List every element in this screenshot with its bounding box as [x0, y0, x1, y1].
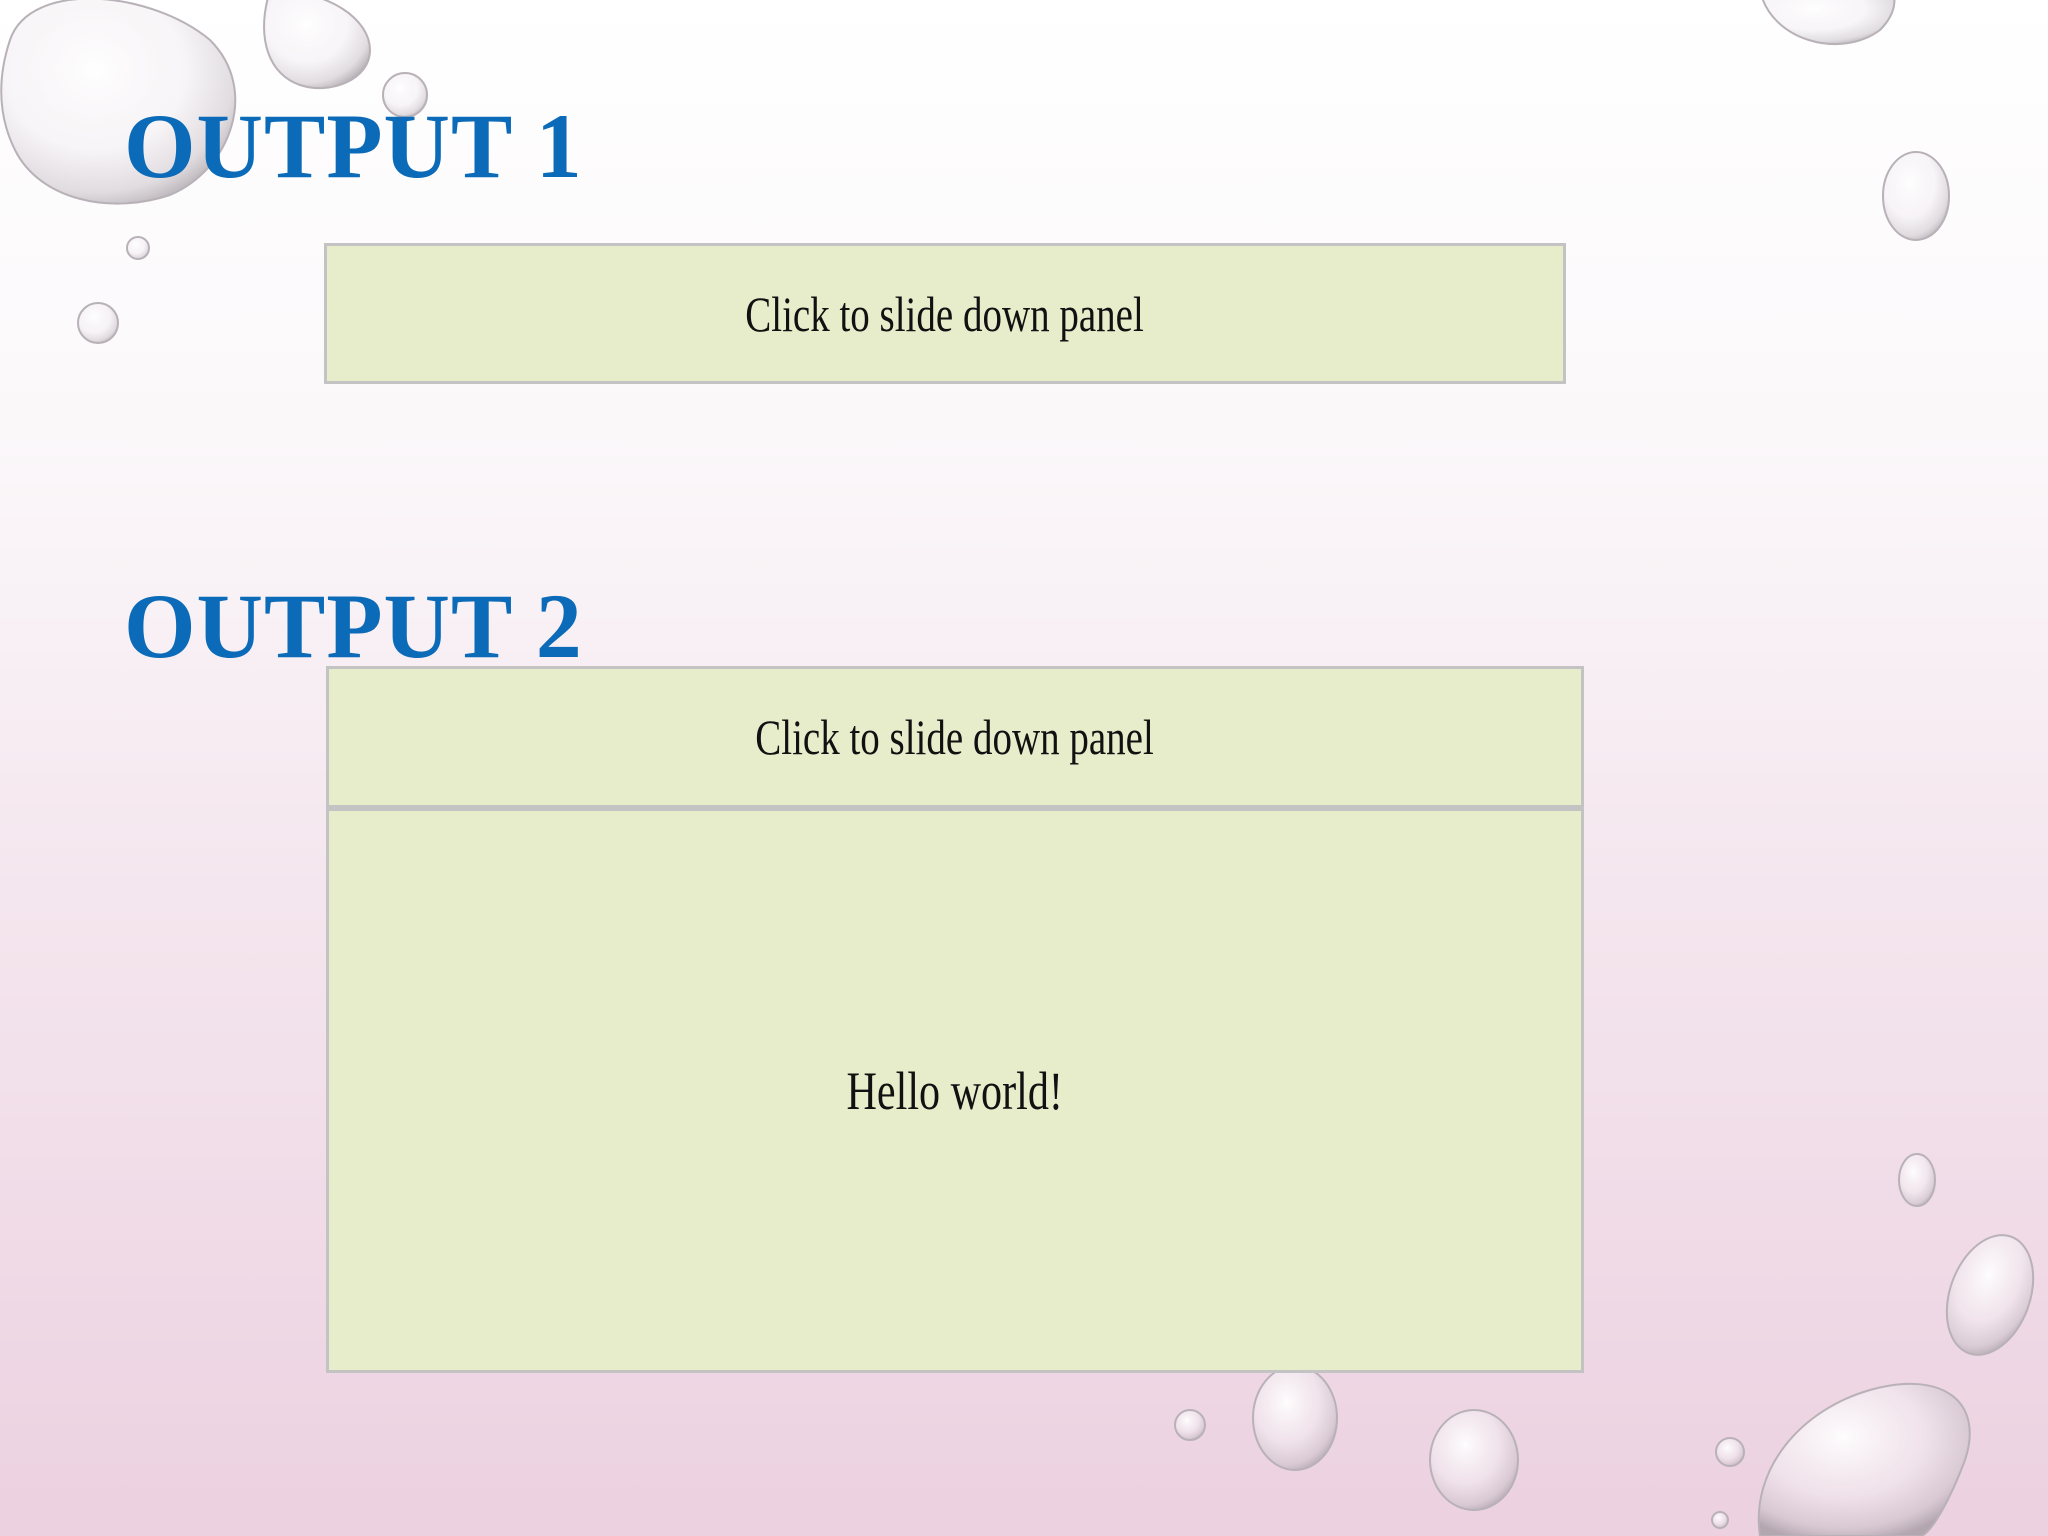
- slide-panel-toggle-button[interactable]: Click to slide down panel: [326, 666, 1584, 811]
- slide-panel-toggle-label: Click to slide down panel: [745, 285, 1145, 342]
- output-1-heading: OUTPUT 1: [124, 95, 583, 197]
- slide-down-panel: Hello world!: [326, 811, 1584, 1373]
- slide-panel-toggle-label: Click to slide down panel: [755, 709, 1155, 765]
- panel-text: Hello world!: [846, 1060, 1064, 1121]
- output-2-heading: OUTPUT 2: [124, 575, 583, 677]
- slide-panel-toggle-button[interactable]: Click to slide down panel: [324, 243, 1566, 384]
